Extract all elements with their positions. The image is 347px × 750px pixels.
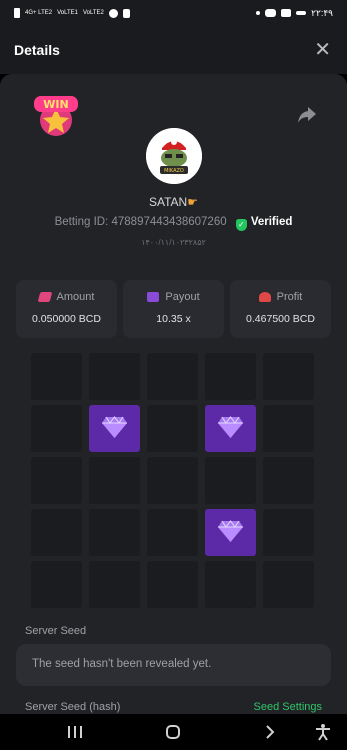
key-icon	[296, 11, 307, 15]
home-icon[interactable]	[158, 714, 188, 750]
stat-payout-value: 10.35 x	[156, 313, 191, 325]
status-bar: 4G+ LTE2 VoLTE1 VoLTE2 ۲۲:۴۹	[0, 0, 347, 26]
mines-board	[31, 353, 314, 609]
board-tile	[89, 509, 140, 556]
board-tile	[89, 353, 140, 400]
system-nav-bar	[0, 714, 347, 750]
stat-amount-value: 0.050000 BCD	[32, 313, 101, 325]
server-seed-hash-label: Server Seed (hash)	[25, 701, 121, 713]
recent-apps-icon[interactable]	[60, 714, 90, 750]
board-tile-gem	[205, 509, 256, 556]
board-tile	[205, 353, 256, 400]
avatar-label: MIKAZO	[164, 168, 184, 174]
stat-payout: Payout 10.35 x	[123, 280, 224, 338]
status-icons-right: ۲۲:۴۹	[256, 8, 333, 19]
win-badge-icon: WIN	[34, 96, 78, 136]
betting-id-value: 478897443438607260	[111, 216, 227, 228]
username-text: SATAN	[149, 195, 188, 209]
board-tile-gem	[205, 405, 256, 452]
gem-icon	[218, 520, 243, 542]
details-header: Details ✕	[0, 26, 347, 74]
board-tile	[205, 457, 256, 504]
page-title: Details	[14, 42, 60, 58]
board-tile	[263, 457, 314, 504]
stat-amount: Amount 0.050000 BCD	[16, 280, 117, 338]
board-tile	[89, 457, 140, 504]
close-icon[interactable]: ✕	[314, 40, 331, 60]
wallet-icon	[147, 292, 160, 302]
coins-icon	[37, 292, 52, 302]
back-icon[interactable]	[255, 714, 285, 750]
board-tile	[147, 457, 198, 504]
gem-icon	[102, 416, 127, 438]
verified-shield-icon: ✓	[235, 219, 247, 231]
betting-id-label: Betting ID:	[54, 216, 109, 228]
signal-label-1: 4G+ LTE2	[25, 10, 53, 16]
board-tile	[263, 561, 314, 608]
server-seed-message: The seed hasn't been revealed yet.	[32, 658, 212, 670]
clock-text: ۲۲:۴۹	[311, 7, 333, 18]
seed-settings-link[interactable]: Seed Settings	[254, 701, 323, 713]
board-tile	[147, 405, 198, 452]
board-tile	[31, 457, 82, 504]
profit-icon	[258, 292, 271, 302]
battery-icon	[14, 8, 20, 18]
board-tile	[263, 509, 314, 556]
betting-id-row: Betting ID: 478897443438607260 ✓ Verified	[0, 216, 347, 231]
board-tile	[263, 405, 314, 452]
stat-payout-label: Payout	[165, 291, 200, 303]
board-tile	[31, 561, 82, 608]
status-icons-left: 4G+ LTE2 VoLTE1 VoLTE2	[14, 8, 130, 18]
lock-icon	[122, 8, 130, 18]
share-icon[interactable]	[297, 106, 317, 124]
signal-label-2: VoLTE1	[57, 10, 78, 16]
board-tile	[31, 353, 82, 400]
board-tile-gem	[89, 405, 140, 452]
board-tile	[31, 509, 82, 556]
stat-profit: Profit 0.467500 BCD	[230, 280, 331, 338]
hand-icon: ☛	[187, 195, 198, 209]
avatar-image: MIKAZO	[146, 128, 202, 184]
stat-profit-value: 0.467500 BCD	[246, 313, 315, 325]
board-tile	[31, 405, 82, 452]
username: SATAN☛	[0, 195, 347, 209]
image-icon	[281, 9, 292, 17]
board-tile	[89, 561, 140, 608]
dot-icon	[256, 11, 261, 15]
bet-date: ۱۴۰۰/۱۱/۱۰۲۳۲۸۵۲	[141, 238, 206, 247]
stat-profit-label: Profit	[276, 291, 303, 303]
signal-label-3: VoLTE2	[82, 10, 104, 16]
server-seed-box: The seed hasn't been revealed yet.	[16, 644, 331, 686]
badge-text: WIN	[43, 98, 68, 111]
alarm-icon	[108, 8, 118, 18]
accessibility-icon[interactable]	[308, 714, 338, 750]
stat-amount-label: Amount	[56, 291, 95, 303]
game-icon	[265, 9, 277, 17]
board-tile	[147, 353, 198, 400]
board-tile	[147, 561, 198, 608]
board-tile	[147, 509, 198, 556]
avatar: MIKAZO	[146, 128, 202, 184]
board-tile	[263, 353, 314, 400]
gem-icon	[218, 416, 243, 438]
board-tile	[205, 561, 256, 608]
server-seed-label: Server Seed	[25, 625, 87, 637]
verified-label: Verified	[250, 216, 293, 228]
